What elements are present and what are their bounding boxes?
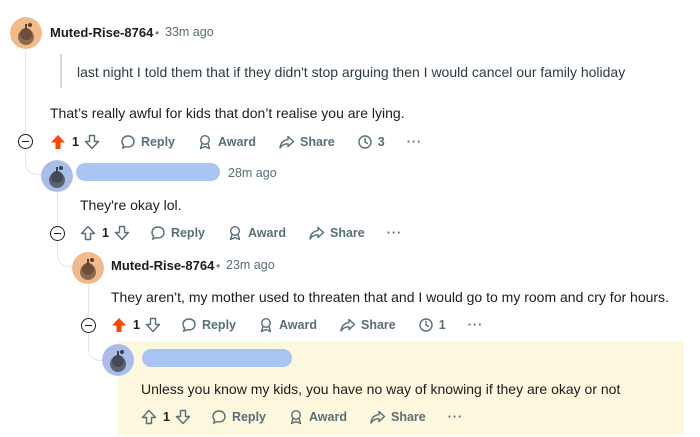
timestamp: 28m ago [228, 166, 277, 180]
avatar[interactable] [10, 17, 42, 49]
downvote-icon[interactable] [84, 134, 100, 150]
comment-actions: 1 Reply Award Share 3 ··· [50, 131, 444, 153]
share-icon [309, 226, 325, 240]
quote-bar [60, 54, 62, 88]
reply-button[interactable]: Reply [150, 225, 205, 241]
share-icon [279, 135, 295, 149]
avatar[interactable] [72, 252, 104, 284]
reply-label: Reply [201, 318, 236, 332]
reply-button[interactable]: Reply [181, 317, 236, 333]
collapse-button[interactable] [50, 226, 65, 241]
clock-icon [419, 318, 433, 332]
replies-count: 3 [377, 135, 385, 149]
award-label: Award [309, 410, 347, 424]
upvote-icon[interactable] [111, 317, 127, 333]
replies-count-button[interactable]: 1 [418, 317, 446, 333]
comment-actions: 1 Reply Award Share ··· [80, 222, 424, 244]
thread-elbow [57, 240, 74, 267]
separator-dot: • [155, 26, 160, 40]
award-button[interactable]: Award [258, 317, 317, 333]
username[interactable]: Muted-Rise-8764 [111, 258, 214, 273]
upvote-icon[interactable] [80, 225, 96, 241]
reply-button[interactable]: Reply [120, 134, 175, 150]
share-label: Share [299, 135, 335, 149]
avatar[interactable] [102, 344, 134, 376]
share-button[interactable]: Share [369, 409, 426, 425]
award-label: Award [248, 226, 286, 240]
more-options-button[interactable]: ··· [468, 318, 484, 332]
award-icon [260, 317, 272, 333]
more-options-button[interactable]: ··· [387, 226, 403, 240]
vote-control: 1 [111, 317, 161, 333]
avatar[interactable] [41, 160, 73, 192]
thread-line [57, 192, 58, 228]
replies-count-button[interactable]: 3 [357, 134, 385, 150]
vote-count: 1 [72, 135, 79, 149]
redacted-username [142, 349, 292, 367]
comment-body: Unless you know my kids, you have no way… [141, 381, 621, 397]
vote-count: 1 [163, 410, 170, 424]
share-icon [340, 318, 356, 332]
comment-body: They're okay lol. [80, 197, 182, 213]
comment-actions: 1 Reply Award Share ··· [141, 406, 485, 428]
comment-body: That’s really awful for kids that don’t … [50, 105, 405, 121]
downvote-icon[interactable] [175, 409, 191, 425]
separator-dot: • [216, 259, 221, 273]
thread-elbow [25, 150, 42, 175]
quoted-text: last night I told them that if they didn… [77, 64, 626, 80]
award-button[interactable]: Award [227, 225, 286, 241]
share-button[interactable]: Share [339, 317, 396, 333]
replies-count: 1 [438, 318, 446, 332]
vote-control: 1 [80, 225, 130, 241]
vote-count: 1 [133, 318, 140, 332]
collapse-button[interactable] [18, 134, 33, 149]
vote-control: 1 [141, 409, 191, 425]
reply-label: Reply [140, 135, 175, 149]
award-label: Award [218, 135, 256, 149]
username[interactable]: Muted-Rise-8764 [50, 25, 153, 40]
vote-control: 1 [50, 134, 100, 150]
award-icon [290, 409, 302, 425]
reply-label: Reply [170, 226, 205, 240]
share-button[interactable]: Share [308, 225, 365, 241]
share-label: Share [390, 410, 426, 424]
share-icon [370, 410, 386, 424]
award-icon [199, 134, 211, 150]
share-label: Share [360, 318, 396, 332]
upvote-icon[interactable] [141, 409, 157, 425]
collapse-button[interactable] [81, 318, 96, 333]
award-label: Award [279, 318, 317, 332]
vote-count: 1 [102, 226, 109, 240]
thread-line [88, 284, 89, 318]
award-button[interactable]: Award [197, 134, 256, 150]
comment-icon [182, 318, 196, 333]
thread-line [25, 52, 26, 136]
award-button[interactable]: Award [288, 409, 347, 425]
comment-icon [121, 135, 135, 150]
award-icon [229, 225, 241, 241]
share-button[interactable]: Share [278, 134, 335, 150]
more-options-button[interactable]: ··· [407, 135, 423, 149]
reply-button[interactable]: Reply [211, 409, 266, 425]
clock-icon [358, 135, 372, 149]
more-options-button[interactable]: ··· [448, 410, 464, 424]
downvote-icon[interactable] [145, 317, 161, 333]
downvote-icon[interactable] [114, 225, 130, 241]
redacted-username [76, 163, 220, 181]
reply-label: Reply [231, 410, 266, 424]
timestamp: 33m ago [165, 25, 214, 39]
timestamp: 23m ago [226, 258, 275, 272]
comment-icon [151, 226, 165, 241]
share-label: Share [329, 226, 365, 240]
comment-icon [212, 410, 226, 425]
upvote-icon[interactable] [50, 134, 66, 150]
comment-body: They aren’t, my mother used to threaten … [111, 289, 669, 305]
comment-actions: 1 Reply Award Share 1 ··· [111, 314, 505, 336]
